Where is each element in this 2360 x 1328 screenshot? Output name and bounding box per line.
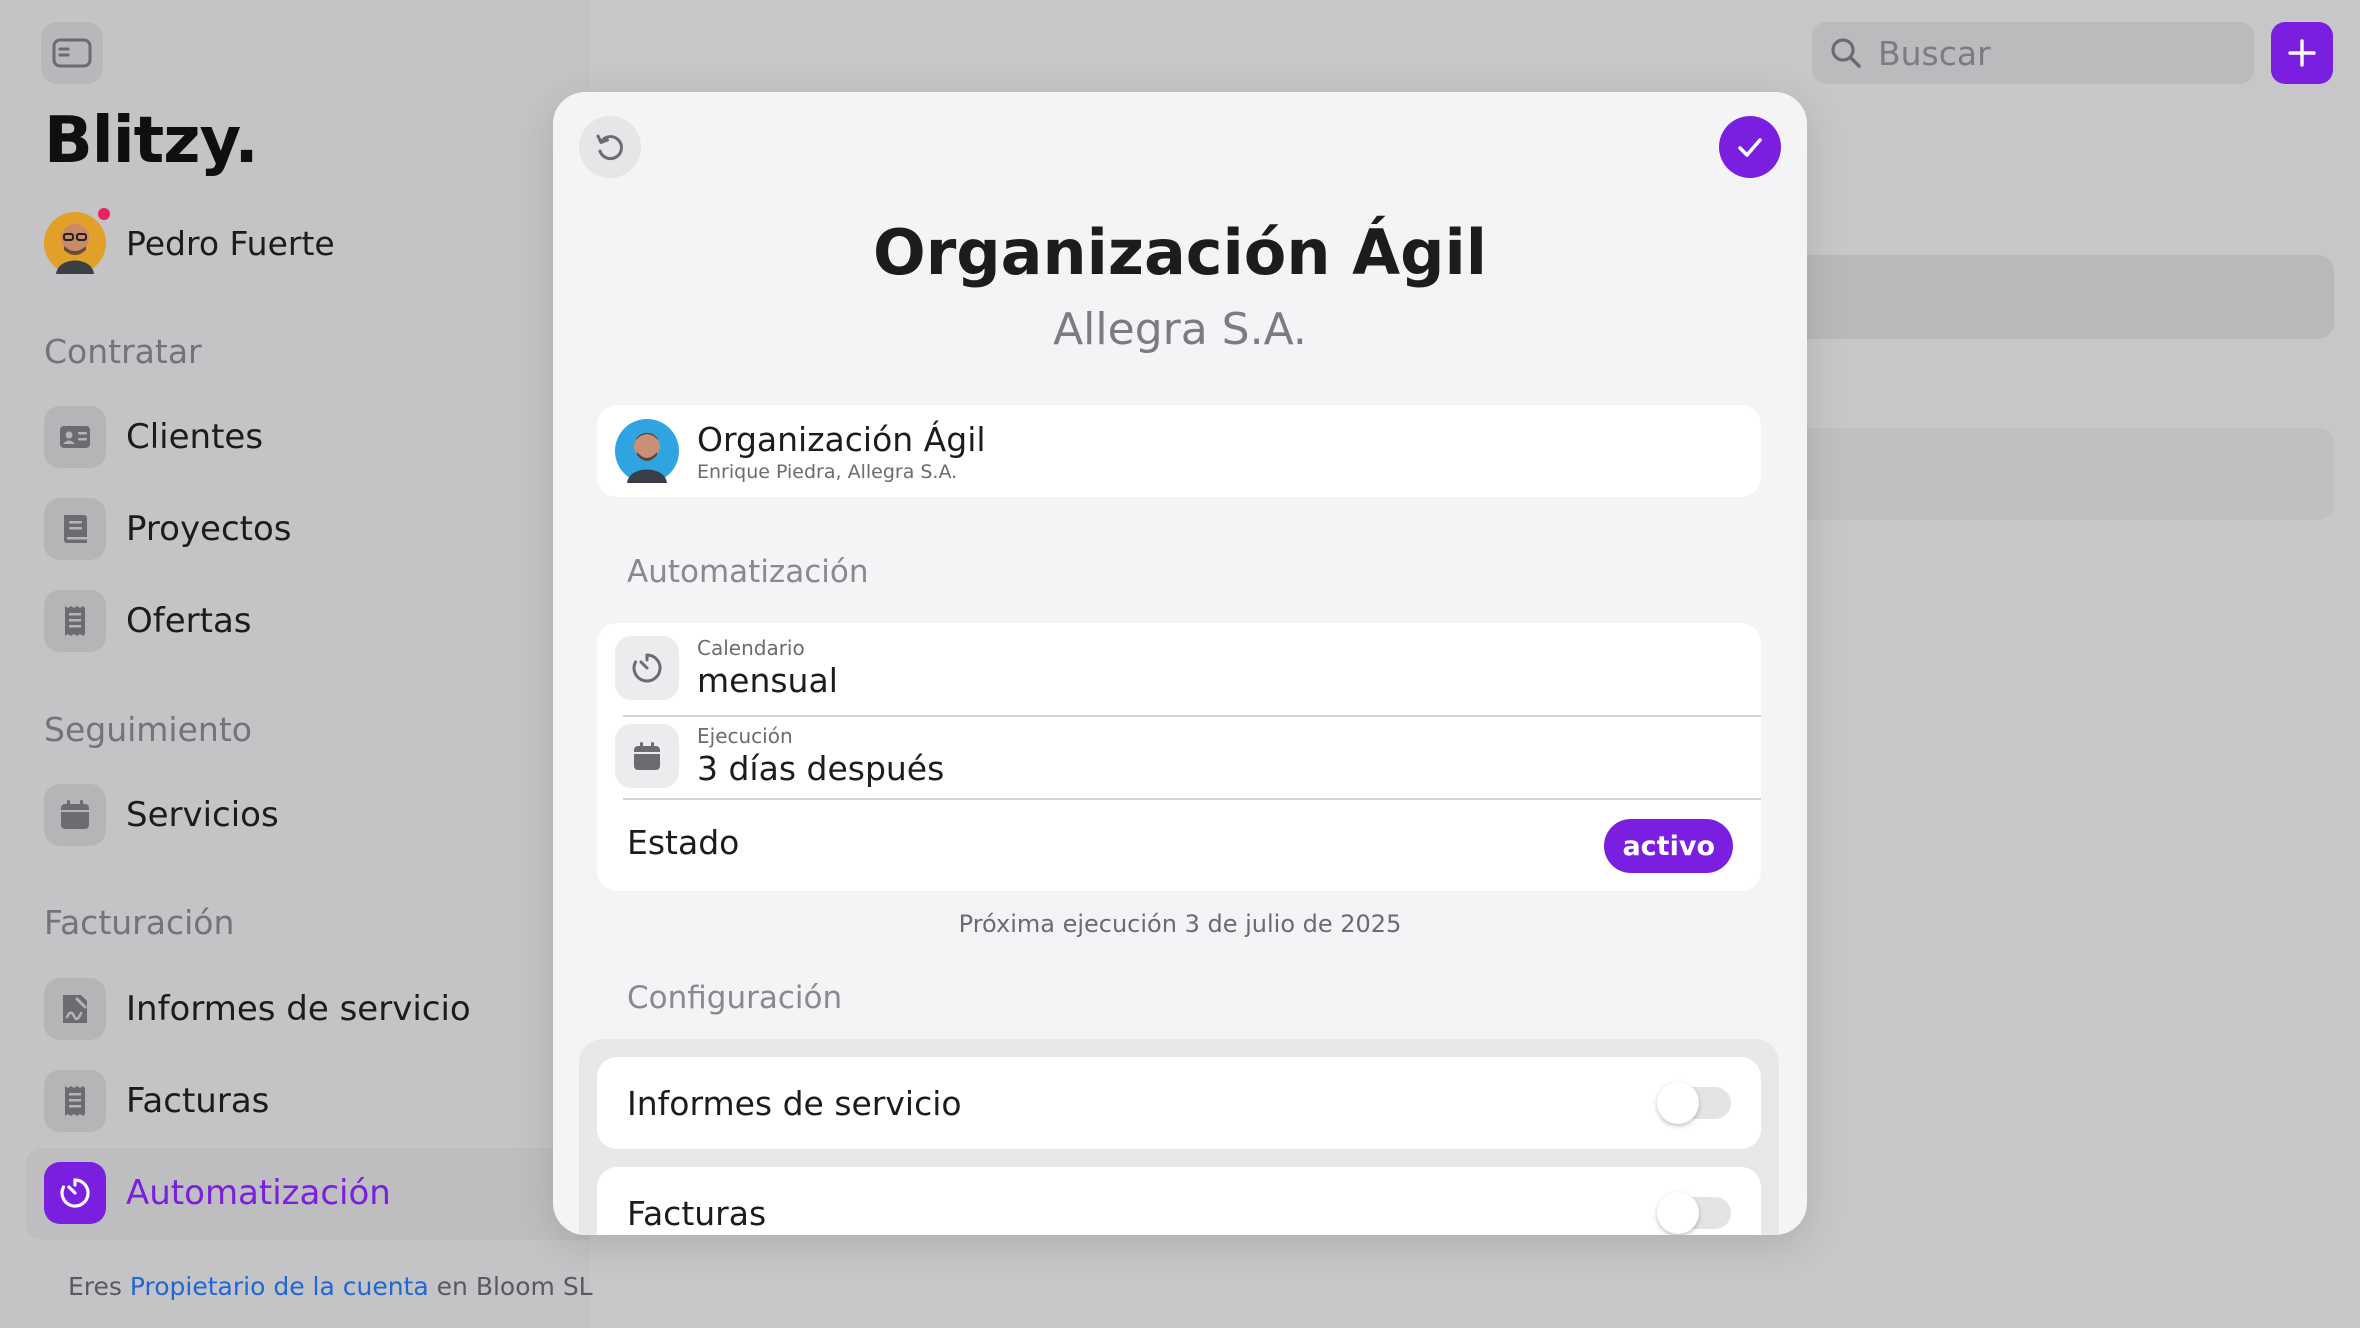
- search-input[interactable]: Buscar: [1812, 22, 2254, 84]
- account-role-note: Eres Propietario de la cuenta en Bloom S…: [68, 1272, 593, 1301]
- project-meta: Enrique Piedra, Allegra S.A.: [697, 460, 958, 483]
- sidebar-item-facturas[interactable]: Facturas: [44, 1070, 269, 1132]
- sidebar-item-label: Automatización: [126, 1173, 391, 1213]
- sidebar-panel-icon: [52, 38, 92, 68]
- sidebar-item-servicios[interactable]: Servicios: [44, 784, 279, 846]
- project-name: Organización Ágil: [697, 419, 986, 459]
- avatar: [615, 419, 679, 483]
- calendar-icon: [615, 724, 679, 788]
- sidebar-item-label: Proyectos: [126, 509, 292, 549]
- automation-card: Calendario mensual Ejecución 3 días desp…: [597, 623, 1761, 891]
- invoice-icon: [44, 1070, 106, 1132]
- informes-toggle[interactable]: [1657, 1082, 1731, 1124]
- divider: [623, 715, 1761, 717]
- sidebar-item-label: Clientes: [126, 417, 264, 457]
- status-label: Estado: [627, 823, 740, 862]
- execution-caption: Ejecución: [697, 724, 793, 748]
- sidebar-item-ofertas[interactable]: Ofertas: [44, 590, 252, 652]
- section-label-configuracion: Configuración: [627, 980, 843, 1016]
- schedule-row[interactable]: Calendario mensual: [615, 635, 1761, 701]
- search-icon: [1831, 38, 1861, 68]
- configuration-panel: Informes de servicio Facturas: [579, 1039, 1779, 1235]
- section-title-seguimiento: Seguimiento: [44, 710, 252, 749]
- user-name: Pedro Fuerte: [126, 223, 335, 263]
- user-profile[interactable]: Pedro Fuerte: [44, 206, 335, 274]
- sidebar-item-proyectos[interactable]: Proyectos: [44, 498, 292, 560]
- toggle-label: Facturas: [627, 1193, 767, 1233]
- sidebar-item-label: Facturas: [126, 1081, 270, 1121]
- receipt-icon: [44, 590, 106, 652]
- calendar-icon: [44, 784, 106, 846]
- next-run-text: Próxima ejecución 3 de julio de 2025: [958, 910, 1402, 938]
- notification-dot: [96, 206, 112, 222]
- sidebar-item-automatizacion[interactable]: Automatización: [44, 1162, 391, 1224]
- sidebar: Blitzy. Pedro Fuerte Contratar Clientes …: [0, 0, 593, 1328]
- background-list-row: [1780, 255, 2334, 339]
- sidebar-item-label: Ofertas: [126, 601, 252, 641]
- checkmark-icon: [1738, 138, 1762, 157]
- status-badge[interactable]: activo: [1604, 819, 1733, 873]
- schedule-caption: Calendario: [697, 636, 805, 660]
- confirm-button[interactable]: [1719, 116, 1781, 178]
- config-row-informes: Informes de servicio: [597, 1057, 1761, 1149]
- facturas-toggle[interactable]: [1657, 1192, 1731, 1234]
- sidebar-item-informes-de-servicio[interactable]: Informes de servicio: [44, 978, 471, 1040]
- sidebar-item-clientes[interactable]: Clientes: [44, 406, 263, 468]
- add-button[interactable]: [2271, 22, 2333, 84]
- toggle-knob: [1657, 1082, 1699, 1124]
- toggle-label: Informes de servicio: [627, 1083, 962, 1123]
- undo-icon: [596, 134, 623, 161]
- footer-middle: en: [436, 1272, 468, 1301]
- project-card[interactable]: Organización Ágil Enrique Piedra, Allegr…: [597, 405, 1761, 497]
- section-label-automatizacion: Automatización: [627, 554, 869, 590]
- modal-title: Organización Ágil: [872, 216, 1487, 289]
- config-row-facturas: Facturas: [597, 1167, 1761, 1235]
- background-list-row: [1780, 428, 2334, 520]
- company-name: Bloom SL: [475, 1272, 593, 1301]
- footer-prefix: Eres: [68, 1272, 122, 1301]
- toggle-knob: [1657, 1192, 1699, 1234]
- automation-modal: Organización Ágil Allegra S.A. Organizac…: [553, 92, 1807, 1235]
- sidebar-item-label: Informes de servicio: [126, 989, 471, 1029]
- plus-icon: [2288, 39, 2316, 67]
- contact-card-icon: [44, 406, 106, 468]
- divider: [623, 798, 1761, 800]
- brand-logo: Blitzy.: [44, 104, 259, 178]
- book-icon: [44, 498, 106, 560]
- timer-icon: [615, 636, 679, 700]
- execution-value: 3 días después: [697, 749, 945, 788]
- section-title-contratar: Contratar: [44, 332, 202, 371]
- sidebar-toggle-button[interactable]: [41, 22, 103, 84]
- section-title-facturacion: Facturación: [44, 903, 235, 942]
- execution-row[interactable]: Ejecución 3 días después: [615, 723, 1761, 789]
- report-signature-icon: [44, 978, 106, 1040]
- avatar: [44, 206, 112, 274]
- sidebar-item-label: Servicios: [126, 795, 279, 835]
- schedule-value: mensual: [697, 661, 838, 700]
- account-role-link[interactable]: Propietario de la cuenta: [130, 1272, 429, 1301]
- search-placeholder: Buscar: [1878, 33, 1991, 73]
- timer-icon: [44, 1162, 106, 1224]
- undo-button[interactable]: [579, 116, 641, 178]
- modal-subtitle: Allegra S.A.: [1053, 304, 1307, 355]
